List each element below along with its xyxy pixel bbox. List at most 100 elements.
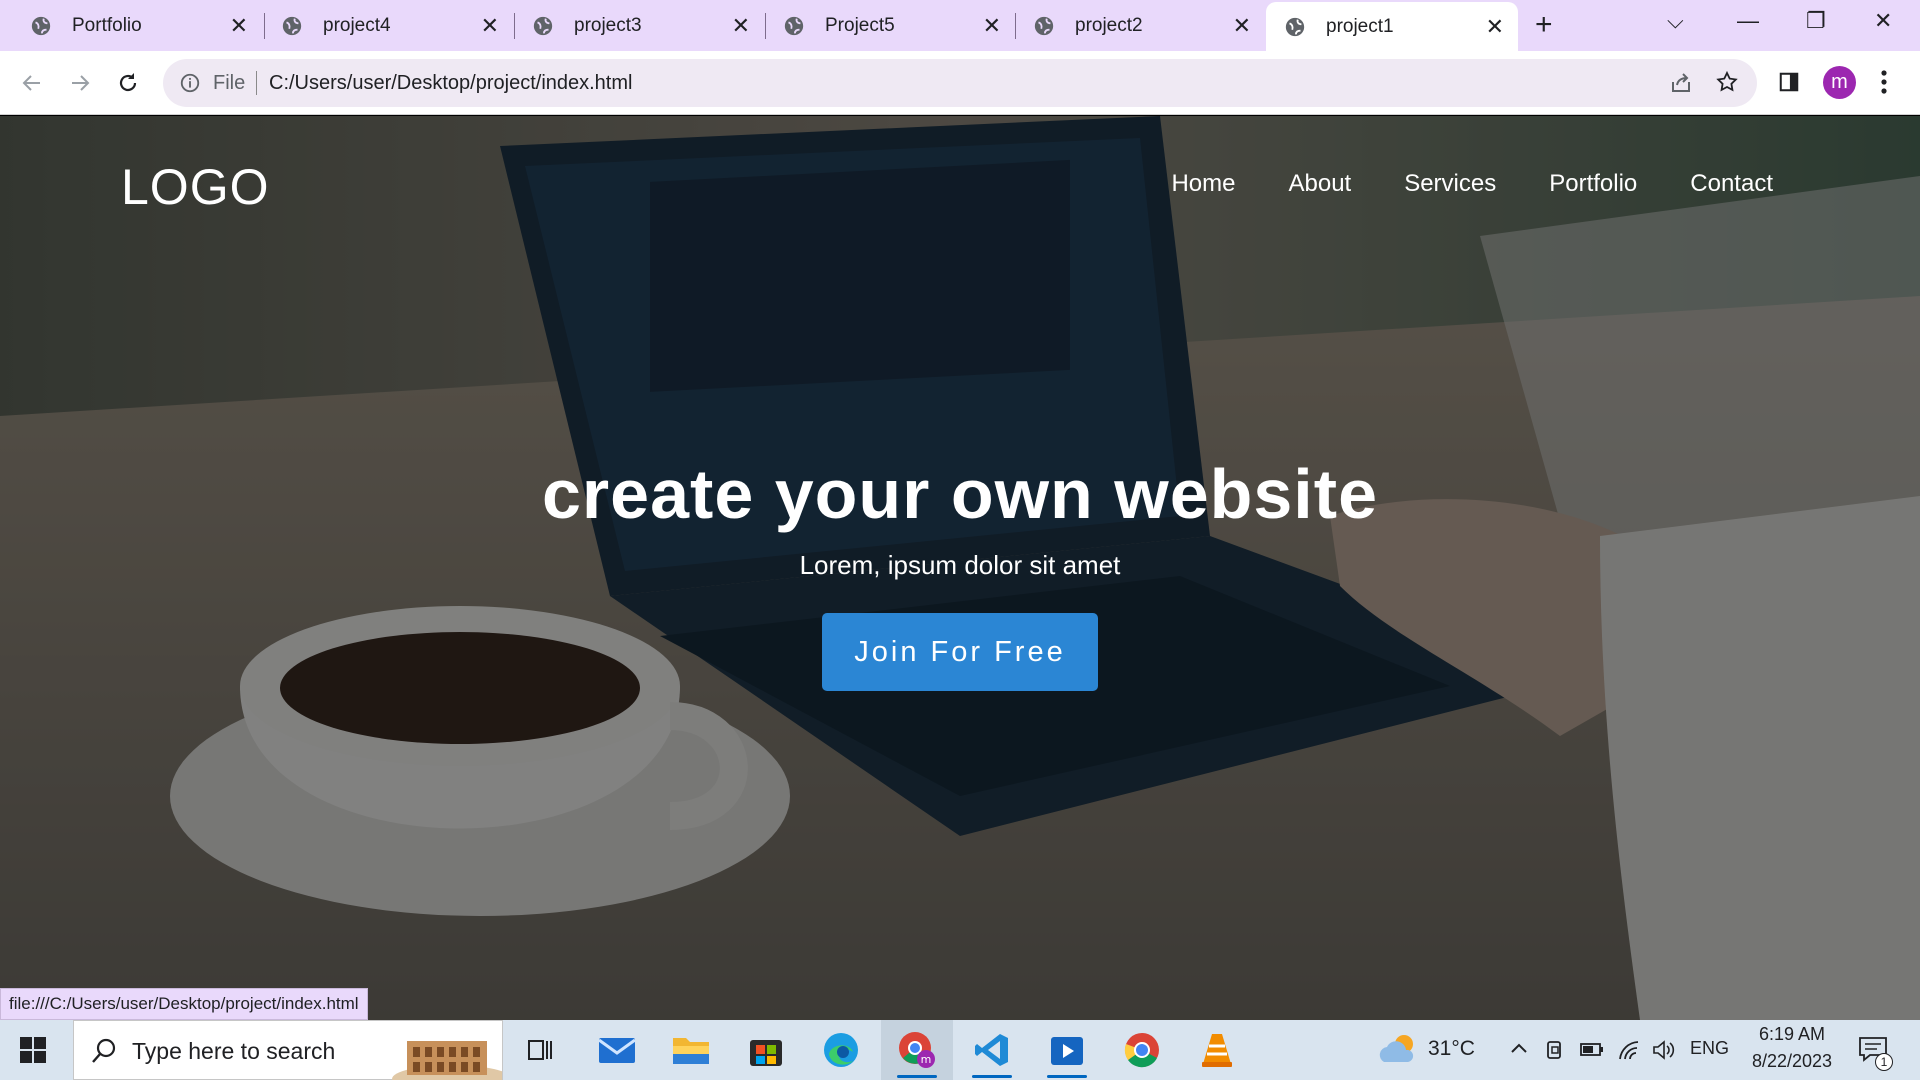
nav-link-portfolio[interactable]: Portfolio xyxy=(1549,170,1637,198)
close-tab-icon[interactable]: ✕ xyxy=(230,14,248,37)
join-for-free-button[interactable]: Join For Free xyxy=(822,613,1098,691)
folder-icon xyxy=(673,1038,709,1064)
tab-title: project1 xyxy=(1326,15,1394,37)
back-button[interactable] xyxy=(14,65,50,101)
forward-button[interactable] xyxy=(62,65,98,101)
new-tab-button[interactable]: + xyxy=(1535,10,1553,40)
globe-icon xyxy=(282,16,302,35)
nav-link-about[interactable]: About xyxy=(1288,170,1351,198)
task-view-icon xyxy=(528,1040,552,1060)
windows-start-icon[interactable] xyxy=(20,1037,46,1063)
colosseum-icon xyxy=(392,1041,502,1080)
store-icon xyxy=(750,1040,782,1066)
weather-temperature: 31°C xyxy=(1428,1037,1475,1060)
chrome-profile-icon: m xyxy=(899,1032,935,1068)
battery-icon[interactable] xyxy=(1579,1039,1605,1059)
scheme-label: File xyxy=(213,72,246,94)
tab-title: project2 xyxy=(1075,14,1143,36)
media-player-app[interactable] xyxy=(1031,1020,1103,1080)
volume-icon[interactable] xyxy=(1651,1039,1675,1061)
address-bar[interactable]: File C:/Users/user/Desktop/project/index… xyxy=(163,59,1757,107)
close-tab-icon[interactable]: ✕ xyxy=(983,14,1001,37)
windows-taskbar: Type here to search m 31°C ENG 6:19 AM 8… xyxy=(0,1020,1920,1080)
partly-cloudy-icon xyxy=(1379,1035,1414,1062)
meet-now-icon[interactable] xyxy=(1545,1039,1565,1061)
browser-tab[interactable]: project3 ✕ xyxy=(502,0,764,51)
vscode-app[interactable] xyxy=(956,1020,1028,1080)
edge-app[interactable] xyxy=(805,1020,877,1080)
close-tab-icon[interactable]: ✕ xyxy=(732,14,750,37)
globe-icon xyxy=(1285,17,1305,36)
restore-button[interactable]: ❐ xyxy=(1806,8,1826,34)
site-header: LOGO Home About Services Portfolio Conta… xyxy=(0,116,1920,256)
tab-title: Portfolio xyxy=(72,14,142,36)
nav-link-contact[interactable]: Contact xyxy=(1690,170,1773,198)
page-viewport: LOGO Home About Services Portfolio Conta… xyxy=(0,116,1920,1020)
running-indicator xyxy=(972,1075,1012,1078)
mail-icon xyxy=(598,1038,636,1063)
notification-count-badge: 1 xyxy=(1875,1053,1893,1071)
hero-title: create your own website xyxy=(541,455,1379,533)
globe-icon xyxy=(31,16,51,35)
globe-icon xyxy=(1034,16,1054,35)
file-explorer-app[interactable] xyxy=(655,1020,727,1080)
microsoft-store-app[interactable] xyxy=(730,1020,802,1080)
arrow-left-icon xyxy=(22,75,40,91)
vlc-app[interactable] xyxy=(1181,1020,1253,1080)
share-icon[interactable] xyxy=(1669,71,1693,95)
vscode-icon xyxy=(975,1034,1008,1066)
browser-tab[interactable]: project2 ✕ xyxy=(1003,0,1265,51)
info-icon[interactable] xyxy=(179,72,201,94)
close-window-button[interactable]: ✕ xyxy=(1874,8,1892,34)
clock-time[interactable]: 6:19 AM xyxy=(1752,1024,1832,1045)
site-nav: Home About Services Portfolio Contact xyxy=(1171,170,1773,198)
clock-date[interactable]: 8/22/2023 xyxy=(1740,1051,1844,1072)
close-tab-icon[interactable]: ✕ xyxy=(1486,15,1504,38)
browser-toolbar: File C:/Users/user/Desktop/project/index… xyxy=(0,51,1920,115)
tab-title: project4 xyxy=(323,14,391,36)
chevron-up-icon[interactable] xyxy=(1509,1039,1529,1059)
chrome-app[interactable] xyxy=(1106,1020,1178,1080)
browser-tab[interactable]: Project5 ✕ xyxy=(753,0,1015,51)
minimize-button[interactable]: — xyxy=(1737,8,1759,34)
tab-search-icon[interactable]: ⌵ xyxy=(1667,8,1684,34)
side-panel-icon[interactable] xyxy=(1778,71,1800,93)
search-placeholder: Type here to search xyxy=(132,1038,336,1064)
wifi-icon[interactable] xyxy=(1617,1039,1641,1061)
bookmark-star-icon[interactable] xyxy=(1715,70,1739,94)
task-view-button[interactable] xyxy=(504,1020,576,1080)
nav-link-home[interactable]: Home xyxy=(1171,170,1235,198)
input-language[interactable]: ENG xyxy=(1690,1038,1729,1059)
browser-tab-active[interactable]: project1 ✕ xyxy=(1266,2,1518,51)
mail-app[interactable] xyxy=(581,1020,653,1080)
chrome-icon xyxy=(1124,1033,1159,1068)
svg-text:m: m xyxy=(921,1053,932,1066)
media-player-icon xyxy=(1051,1037,1083,1065)
running-indicator xyxy=(1047,1075,1087,1078)
site-logo[interactable]: LOGO xyxy=(121,158,269,216)
running-indicator xyxy=(897,1075,937,1078)
edge-icon xyxy=(824,1033,858,1067)
tab-title: project3 xyxy=(574,14,642,36)
globe-icon xyxy=(533,16,553,35)
chrome-profile-app[interactable]: m xyxy=(881,1020,953,1080)
profile-avatar[interactable]: m xyxy=(1823,66,1856,99)
arrow-right-icon xyxy=(72,75,90,91)
reload-button[interactable] xyxy=(110,65,146,101)
search-icon xyxy=(92,1038,116,1063)
close-tab-icon[interactable]: ✕ xyxy=(481,14,499,37)
browser-tab[interactable]: project4 ✕ xyxy=(251,0,513,51)
more-menu-icon[interactable] xyxy=(1880,69,1888,95)
reload-icon xyxy=(119,73,137,92)
globe-icon xyxy=(784,16,804,35)
url-text[interactable]: C:/Users/user/Desktop/project/index.html xyxy=(269,72,632,95)
taskbar-search-box[interactable]: Type here to search xyxy=(73,1020,503,1080)
close-tab-icon[interactable]: ✕ xyxy=(1233,14,1251,37)
weather-widget[interactable]: 31°C xyxy=(1378,1032,1475,1066)
status-bar-url: file:///C:/Users/user/Desktop/project/in… xyxy=(0,988,368,1020)
nav-link-services[interactable]: Services xyxy=(1404,170,1496,198)
browser-tab[interactable]: Portfolio ✕ xyxy=(0,0,262,51)
address-divider xyxy=(256,71,257,95)
vlc-icon xyxy=(1202,1034,1232,1067)
tab-strip: Portfolio ✕ project4 ✕ project3 ✕ Projec… xyxy=(0,0,1920,51)
